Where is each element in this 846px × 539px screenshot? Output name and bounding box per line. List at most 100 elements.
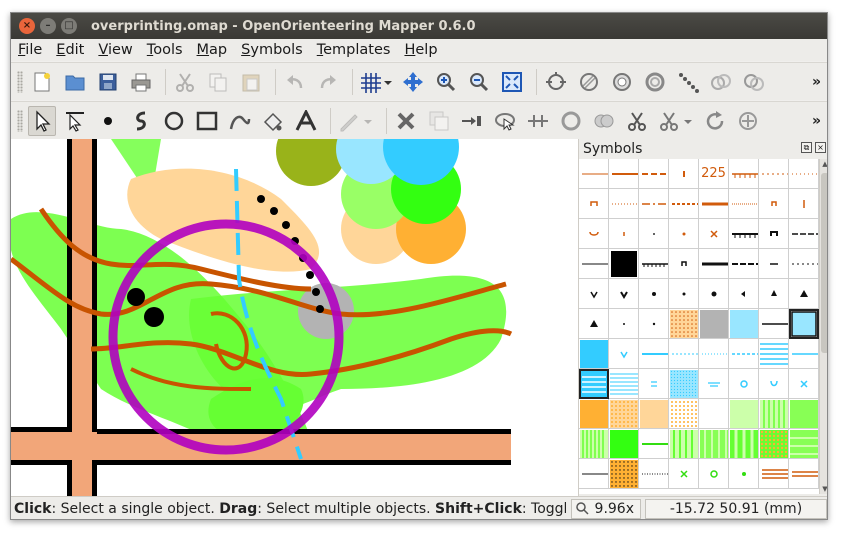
symbol-cell[interactable] — [729, 459, 759, 489]
symbol-cell[interactable] — [639, 339, 669, 369]
symbol-cell[interactable] — [669, 249, 699, 279]
print-icon[interactable] — [127, 67, 155, 97]
symbol-cell[interactable] — [669, 189, 699, 219]
symbol-cell[interactable] — [609, 219, 639, 249]
edit-objects-icon[interactable] — [28, 105, 56, 136]
connect-paths-icon[interactable] — [557, 106, 585, 136]
symbol-cell[interactable] — [789, 429, 819, 459]
rotate-icon[interactable] — [701, 106, 729, 136]
window-maximize-button[interactable]: □ — [61, 18, 77, 34]
symbol-cell[interactable] — [699, 399, 729, 429]
symbol-cell[interactable] — [639, 429, 669, 459]
pencil-icon[interactable] — [336, 106, 376, 136]
symbol-cell[interactable] — [729, 249, 759, 279]
write-text-icon[interactable] — [292, 106, 320, 136]
symbol-cell[interactable] — [729, 369, 759, 399]
pan-icon[interactable] — [399, 67, 427, 97]
symbol-cell[interactable] — [639, 279, 669, 309]
symbol-cell[interactable] — [579, 459, 609, 489]
float-panel-button[interactable]: ⧉ — [801, 142, 812, 153]
symbol-cell[interactable] — [639, 189, 669, 219]
save-icon[interactable] — [94, 67, 122, 97]
switch-dashes-icon[interactable] — [524, 106, 552, 136]
window-close-button[interactable]: × — [19, 18, 35, 34]
menu-file[interactable]: File — [11, 42, 49, 58]
redo-icon[interactable] — [314, 67, 342, 97]
symbol-cell[interactable] — [669, 159, 699, 189]
show-all-icon[interactable] — [498, 67, 526, 97]
symbol-cell[interactable] — [699, 369, 729, 399]
scrollbar-thumb[interactable] — [821, 173, 827, 353]
symbol-cell[interactable] — [699, 219, 729, 249]
symbol-cell[interactable] — [579, 159, 609, 189]
symbol-cell[interactable] — [759, 279, 789, 309]
symbol-cell[interactable] — [699, 189, 729, 219]
symbol-cell[interactable] — [729, 159, 759, 189]
toolbar-grip[interactable] — [17, 109, 23, 132]
symbol-cell[interactable] — [669, 279, 699, 309]
menu-templates[interactable]: Templates — [310, 42, 398, 58]
symbol-cell[interactable] — [639, 459, 669, 489]
draw-path-icon[interactable] — [127, 106, 155, 136]
toolbar-more-button[interactable]: » — [812, 113, 821, 129]
symbol-cell[interactable] — [609, 429, 639, 459]
overprint-icon[interactable] — [641, 67, 669, 97]
symbol-cell[interactable] — [609, 339, 639, 369]
duplicate-icon[interactable] — [425, 106, 453, 136]
symbol-cell[interactable] — [789, 459, 819, 489]
symbol-cell[interactable] — [789, 159, 819, 189]
symbol-cell[interactable] — [789, 369, 819, 399]
tag-editor-icon[interactable] — [542, 67, 570, 97]
symbol-cell[interactable] — [669, 399, 699, 429]
symbol-cell[interactable] — [609, 459, 639, 489]
symbol-cell[interactable] — [669, 459, 699, 489]
symbol-cell[interactable] — [639, 309, 669, 339]
zoom-in-icon[interactable] — [432, 67, 460, 97]
symbol-cell[interactable] — [579, 279, 609, 309]
draw-freehand-icon[interactable] — [226, 106, 254, 136]
symbol-cell-selected[interactable] — [789, 309, 819, 339]
fill-icon[interactable] — [259, 106, 287, 136]
symbol-cell[interactable] — [579, 429, 609, 459]
zoom-out-icon[interactable] — [465, 67, 493, 97]
symbol-cell[interactable] — [729, 309, 759, 339]
symbol-cell[interactable] — [789, 279, 819, 309]
symbol-cell[interactable] — [669, 339, 699, 369]
cut-hole-icon[interactable] — [656, 106, 696, 136]
scroll-up-icon[interactable]: ▲ — [820, 160, 827, 168]
symbol-cell[interactable] — [579, 309, 609, 339]
symbol-grid-scrollbar[interactable]: ▲ ▼ — [819, 159, 827, 494]
symbol-cell[interactable] — [699, 339, 729, 369]
symbol-cell[interactable] — [729, 189, 759, 219]
symbol-cell[interactable] — [789, 189, 819, 219]
symbol-cell[interactable] — [729, 279, 759, 309]
symbol-cell[interactable] — [729, 429, 759, 459]
edit-line-icon[interactable] — [61, 106, 89, 136]
new-file-icon[interactable] — [28, 67, 56, 97]
symbol-cell[interactable] — [759, 309, 789, 339]
scale-icon[interactable] — [734, 106, 762, 136]
symbol-cell[interactable] — [609, 249, 639, 279]
symbol-visibility-icon[interactable] — [608, 67, 636, 97]
symbol-cell[interactable] — [759, 339, 789, 369]
menu-map[interactable]: Map — [190, 42, 235, 58]
menu-edit[interactable]: Edit — [49, 42, 91, 58]
symbol-cell[interactable] — [639, 399, 669, 429]
draw-circle-icon[interactable] — [160, 106, 188, 136]
symbol-cell[interactable] — [609, 189, 639, 219]
toolbar-grip[interactable] — [17, 70, 23, 93]
symbol-cell[interactable] — [699, 279, 729, 309]
symbol-cell[interactable] — [759, 189, 789, 219]
symbol-cell[interactable] — [759, 429, 789, 459]
open-folder-icon[interactable] — [61, 67, 89, 97]
menu-tools[interactable]: Tools — [140, 42, 190, 58]
menu-help[interactable]: Help — [397, 42, 444, 58]
delete-icon[interactable] — [392, 106, 420, 136]
symbol-cell[interactable] — [759, 249, 789, 279]
symbol-cell[interactable] — [609, 309, 639, 339]
symbol-cell[interactable] — [639, 219, 669, 249]
symbol-cell[interactable] — [669, 429, 699, 459]
baseline-view-icon[interactable] — [674, 67, 702, 97]
hatch-icon[interactable] — [575, 67, 603, 97]
paste-icon[interactable] — [237, 67, 265, 97]
